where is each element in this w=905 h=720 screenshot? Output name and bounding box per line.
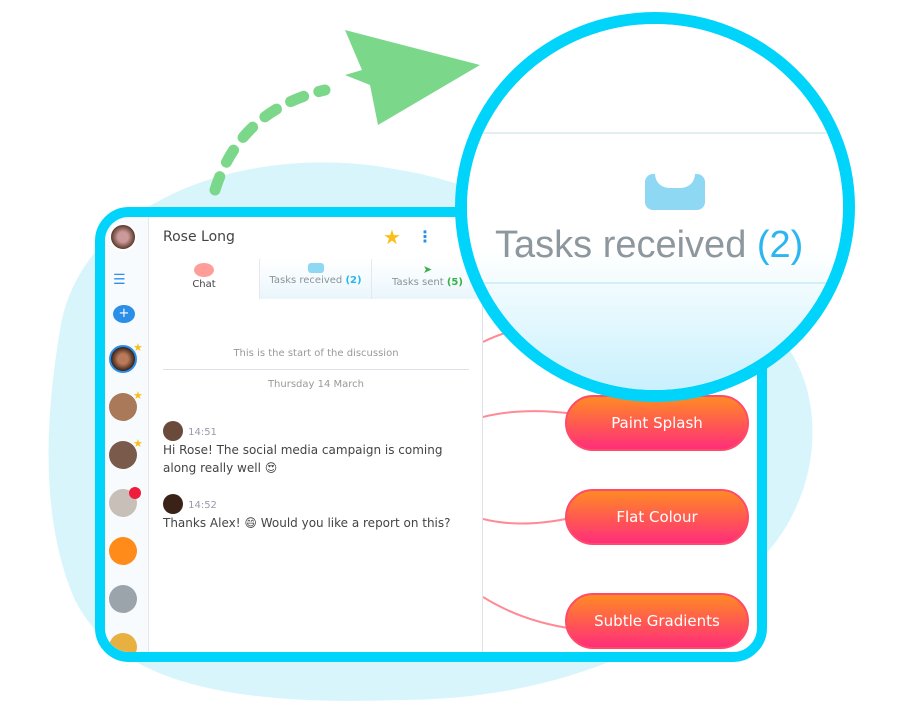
mindmap-node[interactable]: Subtle Gradients [565, 593, 749, 649]
mindmap-node[interactable]: Flat Colour [565, 489, 749, 545]
date-separator: Thursday 14 March [267, 379, 365, 390]
more-vertical-icon[interactable]: ⋮ [417, 227, 433, 246]
new-chat-icon[interactable]: + [113, 305, 135, 323]
message-time: 14:51 [188, 427, 217, 438]
inbox-icon [307, 263, 324, 273]
sidebar: ☰ + ★ ★ ★ [105, 217, 149, 652]
message-text: Thanks Alex! [163, 515, 241, 530]
tab-tasks-received-zoomed: Tasks received (2) [495, 224, 803, 267]
tab-chat[interactable]: Chat [149, 259, 259, 299]
emoji: 😄 [244, 515, 257, 530]
sender-avatar [163, 493, 183, 514]
message-text: Would you like a report on this? [260, 515, 451, 530]
notification-dot [129, 487, 141, 499]
tab-label: Tasks received [269, 275, 343, 286]
tab-tasks-received[interactable]: Tasks received (2) [259, 259, 371, 299]
group-avatar[interactable] [109, 537, 137, 565]
message: 14:52 Thanks Alex! 😄 Would you like a re… [163, 493, 473, 532]
paper-plane-icon [345, 30, 480, 125]
star-icon: ★ [133, 389, 143, 402]
lens-count: (2) [756, 224, 804, 266]
task-list-icon[interactable]: ☰ [113, 272, 126, 288]
contact-avatar[interactable] [109, 585, 137, 613]
emoji: 😍 [264, 460, 278, 475]
tab-count: (2) [345, 275, 362, 286]
contact-avatar[interactable] [109, 633, 137, 652]
message-time: 14:52 [188, 500, 217, 511]
star-icon[interactable]: ★ [383, 225, 401, 249]
star-icon: ★ [133, 437, 143, 450]
magnifier-lens: Tasks received (2) [455, 12, 855, 402]
chat-bubble-icon [194, 263, 214, 277]
sender-avatar [163, 420, 183, 441]
start-notice: This is the start of the discussion [233, 348, 399, 359]
user-avatar[interactable] [109, 223, 137, 251]
lens-label: Tasks received [495, 224, 747, 266]
tab-label: Tasks sent [392, 277, 444, 288]
tab-label: Chat [192, 279, 216, 290]
mindmap-node[interactable]: Paint Splash [565, 395, 749, 451]
message: 14:51 Hi Rose! The social media campaign… [163, 420, 463, 477]
contact-name: Rose Long [163, 229, 235, 245]
message-text: Hi Rose! The social media campaign is co… [163, 442, 443, 475]
star-icon: ★ [133, 341, 143, 354]
tab-count: (5) [446, 277, 463, 288]
chat-panel: Rose Long ★ ⋮ Chat Tasks received (2) ➤ … [149, 217, 483, 652]
